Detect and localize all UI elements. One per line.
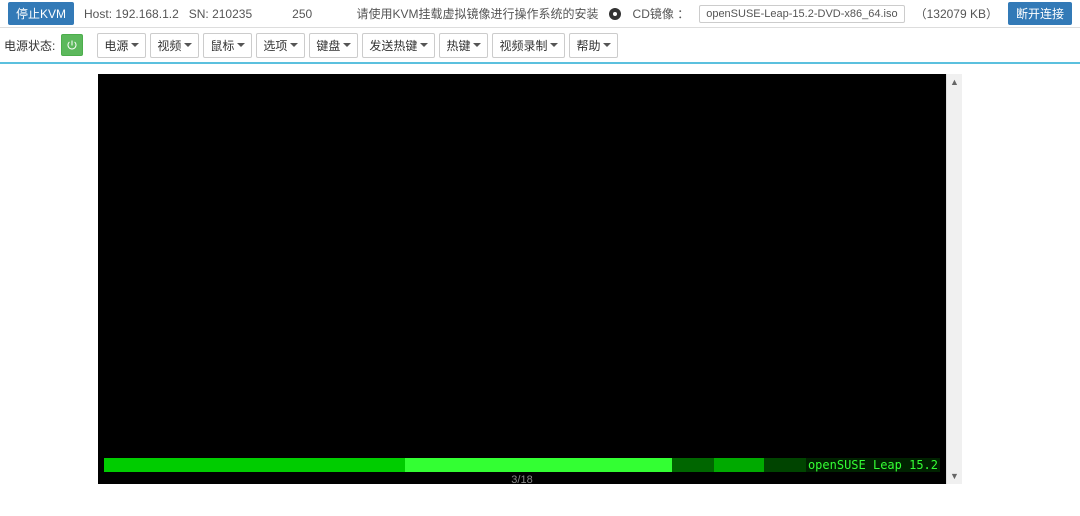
instruction-text: 请使用KVM挂载虚拟镜像进行操作系统的安装 [357, 5, 599, 22]
caret-icon [237, 43, 245, 47]
caret-icon [603, 43, 611, 47]
iso-size: （132079 KB） [915, 5, 998, 22]
cd-label: CD镜像 ： [633, 5, 690, 22]
caret-icon [550, 43, 558, 47]
menu-mouse[interactable]: 鼠标 [203, 33, 252, 58]
menu-help[interactable]: 帮助 [569, 33, 618, 58]
page-indicator: 3/18 [511, 474, 532, 486]
menu-video-record[interactable]: 视频录制 [492, 33, 565, 58]
progress-chunk [405, 458, 673, 472]
caret-icon [290, 43, 298, 47]
vertical-scrollbar[interactable]: ▲ ▼ [946, 74, 962, 484]
disconnect-button[interactable]: 断开连接 [1008, 2, 1072, 25]
power-toggle-button[interactable] [61, 34, 83, 56]
host-label: Host: 192.168.1.2 [84, 7, 179, 21]
stop-kvm-button[interactable]: 停止KVM [8, 2, 74, 25]
menu-keyboard[interactable]: 键盘 [309, 33, 358, 58]
power-icon [66, 39, 78, 51]
scroll-down-icon[interactable]: ▼ [949, 470, 961, 482]
os-name-label: openSUSE Leap 15.2 [808, 458, 938, 472]
caret-icon [420, 43, 428, 47]
iso-select[interactable]: openSUSE-Leap-15.2-DVD-x86_64.iso [699, 5, 904, 23]
progress-chunk [764, 458, 806, 472]
progress-chunk [104, 458, 405, 472]
caret-icon [343, 43, 351, 47]
progress-chunk [672, 458, 714, 472]
console-area: openSUSE Leap 15.2 3/18 ▲ ▼ [0, 64, 1080, 484]
caret-icon [131, 43, 139, 47]
menu-video[interactable]: 视频 [150, 33, 199, 58]
menu-hotkey[interactable]: 热键 [439, 33, 488, 58]
menu-power[interactable]: 电源 [97, 33, 146, 58]
console-screen[interactable]: openSUSE Leap 15.2 [98, 74, 946, 484]
menu-send-hotkey[interactable]: 发送热键 [362, 33, 435, 58]
num-label: 250 [292, 7, 312, 21]
progress-chunk [714, 458, 764, 472]
menu-options[interactable]: 选项 [256, 33, 305, 58]
caret-icon [184, 43, 192, 47]
sn-label: SN: 210235 [189, 7, 252, 21]
toolbar: 电源状态: 电源 视频 鼠标 选项 键盘 发送热键 热键 视频录制 帮助 [0, 28, 1080, 64]
scroll-up-icon[interactable]: ▲ [949, 76, 961, 88]
power-status-label: 电源状态: [4, 37, 55, 54]
record-icon [609, 8, 621, 20]
caret-icon [473, 43, 481, 47]
top-bar: 停止KVM Host: 192.168.1.2 SN: 210235 250 请… [0, 0, 1080, 28]
